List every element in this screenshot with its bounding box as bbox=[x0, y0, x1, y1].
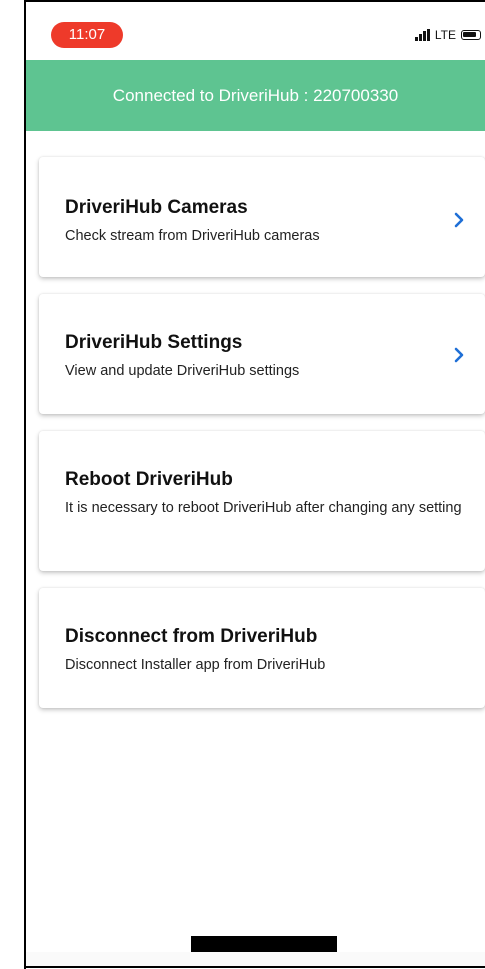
frame-border-left bbox=[24, 0, 26, 969]
signal-icon bbox=[414, 29, 430, 41]
battery-icon bbox=[461, 30, 481, 40]
status-time: 11:07 bbox=[51, 22, 123, 48]
menu-item-title: DriveriHub Cameras bbox=[65, 197, 248, 218]
status-indicators: LTE bbox=[414, 26, 481, 44]
menu-item-reboot[interactable]: Reboot DriveriHub It is necessary to reb… bbox=[39, 431, 485, 571]
status-bar: 11:07 LTE bbox=[26, 2, 485, 60]
home-indicator[interactable] bbox=[191, 936, 337, 952]
menu-item-subtitle: Disconnect Installer app from DriveriHub bbox=[65, 657, 326, 673]
menu-item-title: Reboot DriveriHub bbox=[65, 469, 233, 490]
menu-item-settings[interactable]: DriveriHub Settings View and update Driv… bbox=[39, 294, 485, 414]
chevron-right-icon bbox=[454, 212, 464, 228]
menu-item-subtitle: Check stream from DriveriHub cameras bbox=[65, 228, 320, 244]
menu-item-disconnect[interactable]: Disconnect from DriveriHub Disconnect In… bbox=[39, 588, 485, 708]
chevron-right-icon bbox=[454, 347, 464, 363]
connection-banner: Connected to DriveriHub : 220700330 bbox=[26, 60, 485, 131]
menu-item-title: Disconnect from DriveriHub bbox=[65, 626, 318, 647]
menu-item-subtitle: It is necessary to reboot DriveriHub aft… bbox=[65, 500, 462, 516]
frame-border-bottom bbox=[24, 966, 485, 968]
menu-item-title: DriveriHub Settings bbox=[65, 332, 243, 353]
menu-item-subtitle: View and update DriveriHub settings bbox=[65, 363, 300, 379]
menu-item-cameras[interactable]: DriveriHub Cameras Check stream from Dri… bbox=[39, 157, 485, 277]
navigation-strip bbox=[26, 952, 485, 966]
app-screen: 11:07 LTE Connected to DriveriHub : 2207… bbox=[0, 0, 485, 969]
network-type: LTE bbox=[434, 28, 456, 42]
